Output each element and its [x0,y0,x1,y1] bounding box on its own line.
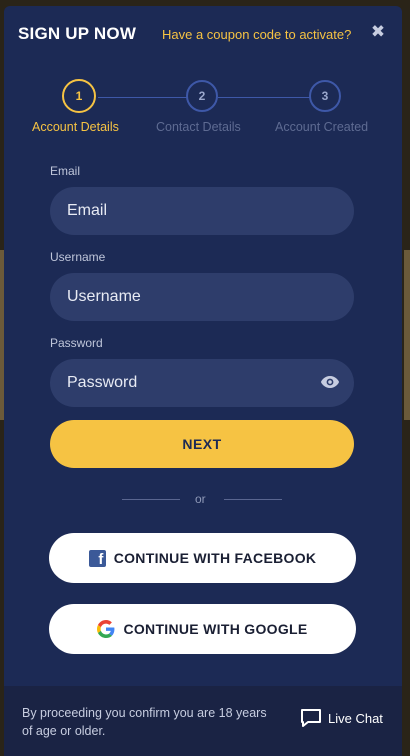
modal-footer: By proceeding you confirm you are 18 yea… [4,686,402,756]
signup-modal: SIGN UP NOW Have a coupon code to activa… [4,6,402,756]
facebook-icon: f [88,549,106,567]
coupon-code-link[interactable]: Have a coupon code to activate? [162,27,351,42]
username-label: Username [50,250,106,264]
divider-line-right [224,499,282,500]
password-label: Password [50,336,103,350]
age-disclaimer: By proceeding you confirm you are 18 yea… [22,706,267,738]
close-icon[interactable]: ✖ [370,23,386,41]
username-field[interactable] [50,273,354,321]
step-connector [218,97,310,98]
continue-with-facebook-button[interactable]: f CONTINUE WITH FACEBOOK [49,533,356,583]
password-field[interactable] [50,359,354,407]
modal-title: SIGN UP NOW [18,24,137,43]
step-1-circle: 1 [62,79,96,113]
email-field[interactable] [50,187,354,235]
email-label: Email [50,164,81,178]
google-icon [97,620,115,638]
step-3-circle: 3 [309,80,341,112]
step-2-label: Contact Details [156,120,241,134]
step-1-label: Account Details [32,120,119,134]
signup-stepper: 1 2 3 Account Details Contact Details Ac… [4,79,402,150]
step-2-circle: 2 [186,80,218,112]
google-button-label: CONTINUE WITH GOOGLE [123,621,308,637]
step-3-label: Account Created [275,120,369,134]
divider-line-left [122,499,180,500]
step-connector [98,97,188,98]
facebook-button-label: CONTINUE WITH FACEBOOK [113,550,317,566]
chat-bubble-icon [301,709,321,727]
modal-header: SIGN UP NOW Have a coupon code to activa… [4,6,402,62]
next-button[interactable]: NEXT [50,420,354,468]
continue-with-google-button[interactable]: CONTINUE WITH GOOGLE [49,604,356,654]
eye-icon[interactable] [320,375,340,389]
divider-or: or [195,492,206,506]
background-right-edge [404,250,410,420]
live-chat-label: Live Chat [328,710,383,726]
live-chat-button[interactable]: Live Chat [300,708,383,728]
